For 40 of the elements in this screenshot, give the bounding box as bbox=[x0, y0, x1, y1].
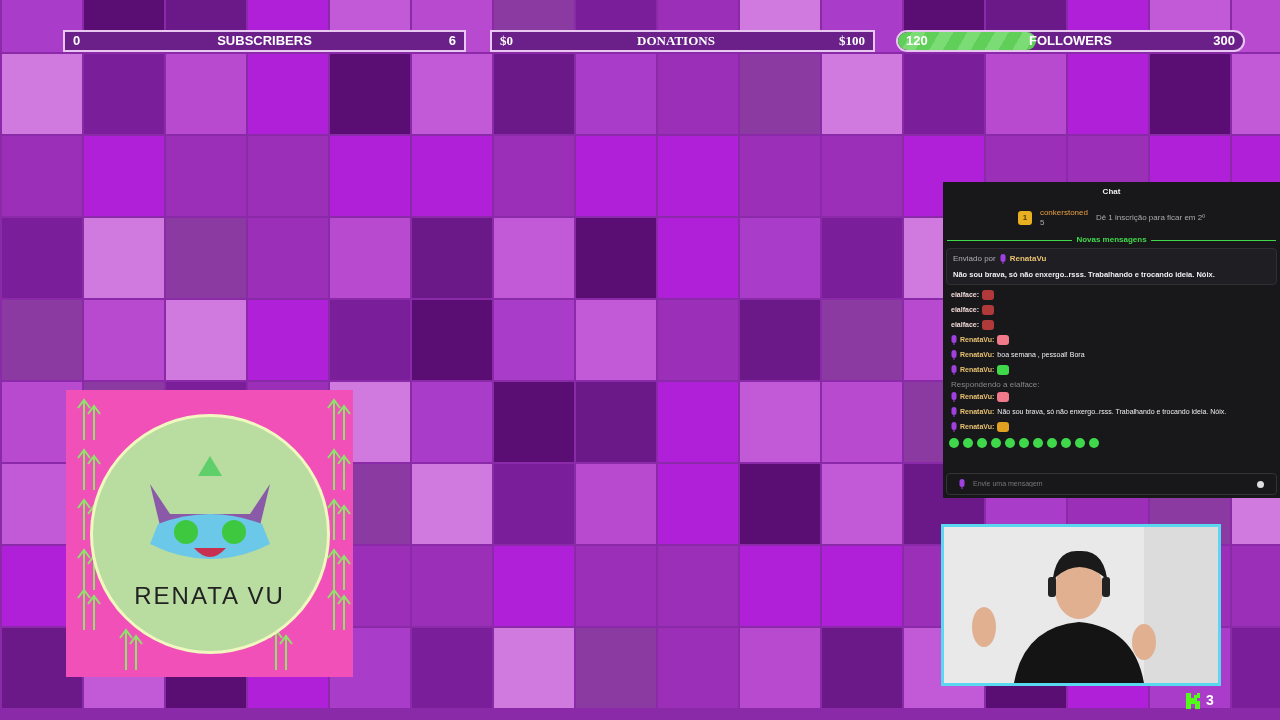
emote-button[interactable] bbox=[1075, 438, 1085, 449]
emote-button[interactable] bbox=[1047, 438, 1057, 449]
goal-end: $100 bbox=[839, 32, 865, 50]
emote-button[interactable] bbox=[1019, 438, 1029, 449]
emote-button[interactable] bbox=[1033, 438, 1043, 449]
emote-button[interactable] bbox=[1005, 438, 1015, 449]
logo-text: RENATA VU bbox=[134, 580, 285, 611]
emote-button[interactable] bbox=[1061, 438, 1071, 449]
goal-end: 300 bbox=[1213, 32, 1235, 50]
new-messages-divider: Novas mensagens bbox=[1076, 234, 1147, 246]
microphone-icon bbox=[951, 349, 957, 360]
emote-button[interactable] bbox=[949, 438, 959, 449]
goal-label: DONATIONS bbox=[637, 32, 715, 50]
pinned-label: Enviado por bbox=[953, 253, 996, 265]
goal-label: SUBSCRIBERS bbox=[217, 32, 312, 50]
goal-start: 120 bbox=[906, 32, 928, 50]
emoji-icon bbox=[1257, 480, 1264, 488]
goal-end: 6 bbox=[448, 32, 456, 50]
microphone-icon bbox=[999, 254, 1006, 264]
viewer-count: 3 bbox=[1206, 691, 1214, 710]
microphone-icon bbox=[951, 406, 957, 417]
chat-title: Chat bbox=[1102, 186, 1121, 198]
microphone-icon bbox=[951, 334, 957, 345]
microphone-icon bbox=[951, 364, 957, 375]
emote-button[interactable] bbox=[991, 438, 1001, 449]
leader-count: 5 bbox=[1039, 218, 1046, 228]
reply-note: Respondendo a eialface: bbox=[951, 379, 1041, 392]
goal-start: $0 bbox=[500, 32, 513, 50]
leader-hint: Dê 1 inscrição para ficar em 2º bbox=[1095, 212, 1206, 224]
microphone-icon bbox=[951, 421, 957, 432]
microphone-icon bbox=[959, 479, 965, 489]
emote-button[interactable] bbox=[1089, 438, 1099, 449]
goal-start: 0 bbox=[73, 32, 81, 50]
microphone-icon bbox=[951, 391, 957, 402]
rank-badge: 1 bbox=[1017, 211, 1032, 225]
pinned-user: RenataVu bbox=[1009, 253, 1047, 265]
emote-button[interactable] bbox=[963, 438, 973, 449]
leader-name: conkerstoned bbox=[1039, 208, 1088, 218]
k-logo-icon bbox=[1186, 692, 1200, 709]
emote-button[interactable] bbox=[977, 438, 987, 449]
